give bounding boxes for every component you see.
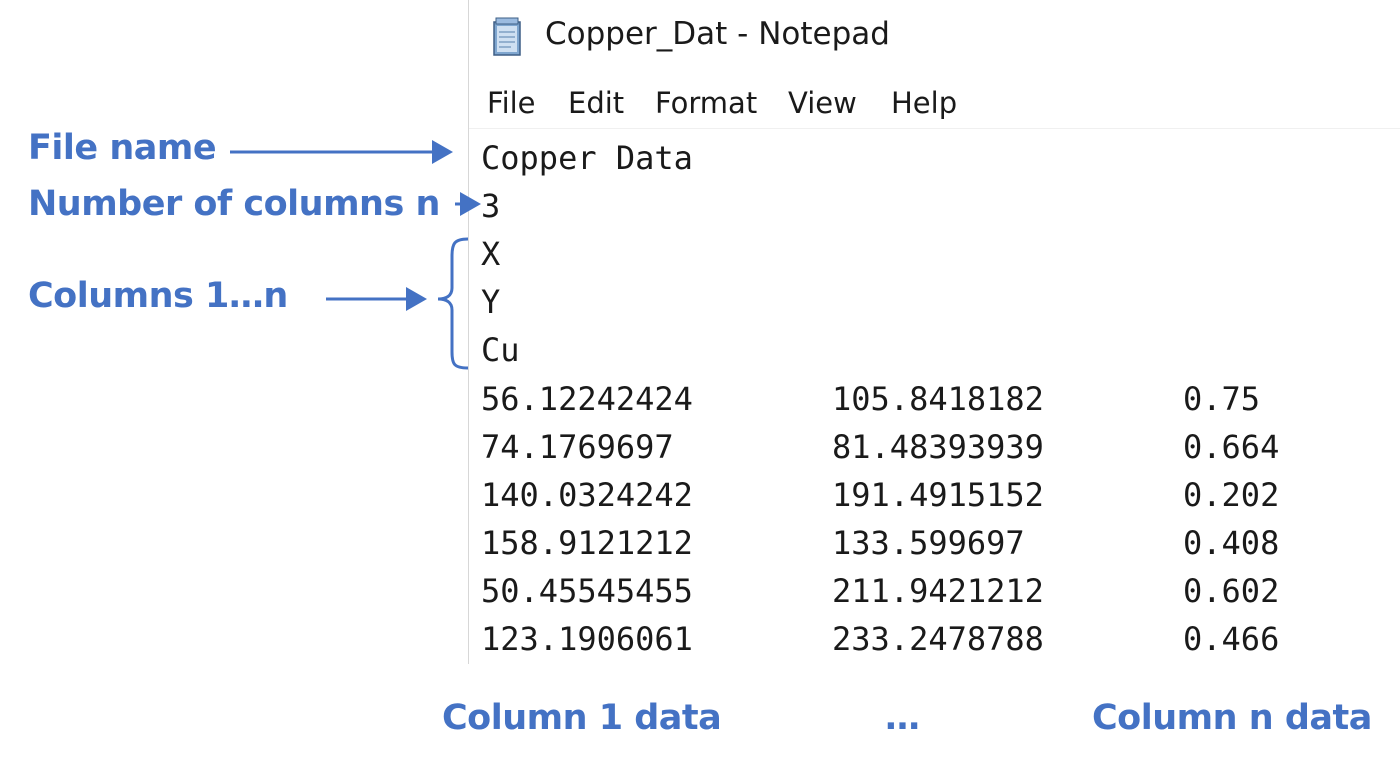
data-cell: 158.9121212 <box>481 524 693 562</box>
data-row: 74.1769697 81.48393939 0.664 <box>481 423 1279 471</box>
text-editor-area[interactable]: Copper Data 3 X Y Cu 56.12242424 105.841… <box>469 130 1400 664</box>
data-cell: 74.1769697 <box>481 428 674 466</box>
data-cell: 50.45545455 <box>481 572 693 610</box>
data-cell: 105.8418182 <box>832 380 1044 418</box>
annotation-ellipsis: … <box>885 698 920 738</box>
data-cell: 133.599697 <box>832 524 1025 562</box>
menu-view[interactable]: View <box>786 86 859 120</box>
column-name-line: X <box>481 235 501 273</box>
annotation-columns-range: Columns 1…n <box>28 276 288 316</box>
annotation-column-1-data: Column 1 data <box>442 698 722 738</box>
data-cell: 56.12242424 <box>481 380 693 418</box>
menu-help[interactable]: Help <box>889 86 959 120</box>
column-name-line: Y <box>481 283 501 321</box>
window-title: Copper_Dat - Notepad <box>545 16 890 52</box>
data-cell: 0.602 <box>1183 572 1280 610</box>
annotation-column-n-data: Column n data <box>1092 698 1372 738</box>
data-cell: 81.48393939 <box>832 428 1044 466</box>
data-row: 123.1906061 233.2478788 0.466 <box>481 615 1279 663</box>
data-cell: 233.2478788 <box>832 620 1044 658</box>
file-name-line: Copper Data <box>481 139 693 177</box>
data-cell: 0.664 <box>1183 428 1280 466</box>
menu-edit[interactable]: Edit <box>566 86 626 120</box>
data-cell: 0.75 <box>1183 380 1261 418</box>
data-cell: 191.4915152 <box>832 476 1044 514</box>
data-cell: 123.1906061 <box>481 620 693 658</box>
notepad-window: Copper_Dat - Notepad File Edit Format Vi… <box>468 0 1400 664</box>
annotation-file-name: File name <box>28 128 217 168</box>
data-cell: 0.466 <box>1183 620 1280 658</box>
data-row: 158.9121212 133.599697 0.408 <box>481 519 1279 567</box>
column-count-line: 3 <box>481 187 501 225</box>
data-row: 50.45545455 211.9421212 0.602 <box>481 567 1279 615</box>
notepad-icon <box>491 17 525 57</box>
columns-bracket <box>437 237 469 370</box>
data-cell: 0.408 <box>1183 524 1280 562</box>
data-cell: 0.202 <box>1183 476 1280 514</box>
annotation-number-of-columns: Number of columns n <box>28 184 440 224</box>
data-row: 140.0324242 191.4915152 0.202 <box>481 471 1279 519</box>
data-cell: 140.0324242 <box>481 476 693 514</box>
menu-bar: File Edit Format View Help <box>469 80 1400 129</box>
data-cell: 211.9421212 <box>832 572 1044 610</box>
menu-file[interactable]: File <box>485 86 538 120</box>
title-bar: Copper_Dat - Notepad <box>469 0 1400 76</box>
menu-format[interactable]: Format <box>653 86 759 120</box>
data-row: 56.12242424 105.8418182 0.75 <box>481 375 1260 423</box>
column-name-line: Cu <box>481 331 520 369</box>
